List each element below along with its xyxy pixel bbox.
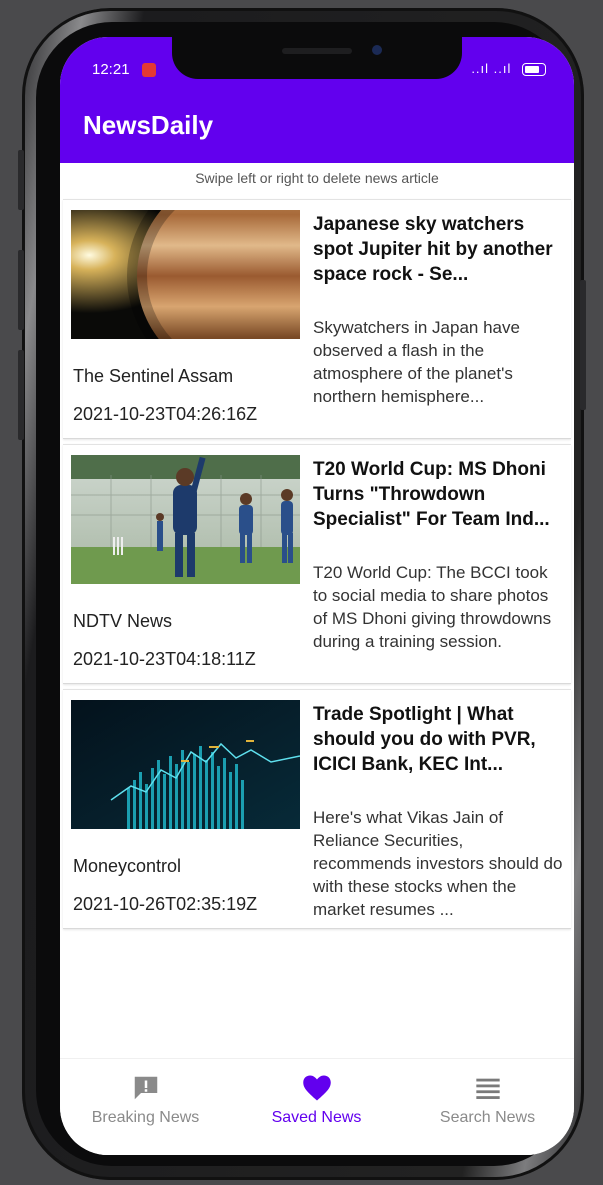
camera-notch [172,37,462,79]
side-button [18,150,24,210]
nav-saved-news[interactable]: Saved News [231,1071,402,1127]
nav-search-news[interactable]: Search News [402,1071,573,1127]
speaker-grille [282,48,352,54]
heart-icon [231,1071,402,1105]
article-date: 2021-10-23T04:18:11Z [73,649,256,669]
nav-label: Search News [439,1109,536,1126]
nav-breaking-news[interactable]: Breaking News [60,1071,231,1127]
status-indicators: ..ıl ..ıl [471,61,546,77]
front-camera [372,45,382,55]
nav-label: Saved News [271,1109,362,1126]
article-card[interactable]: Moneycontrol 2021-10-26T02:35:19Z Trade … [63,689,571,929]
signal-icon: ..ıl ..ıl [471,61,512,76]
bottom-navigation: Breaking News Saved News Search News [60,1058,574,1155]
article-date: 2021-10-23T04:26:16Z [73,404,258,424]
article-description: Here's what Vikas Jain of Reliance Secur… [313,808,563,919]
article-source: Moneycontrol [73,856,182,876]
article-headline: T20 World Cup: MS Dhoni Turns "Throwdown… [313,459,550,530]
app-title: NewsDaily [83,110,214,140]
article-source: NDTV News [73,611,173,631]
notification-icon [141,63,156,78]
phone-screen: 12:21 ..ıl ..ıl NewsDaily Swipe left or … [60,37,574,1155]
jupiter-image [71,210,300,339]
article-source: The Sentinel Assam [73,366,234,386]
status-time: 12:21 [92,61,130,78]
battery-icon [522,63,546,77]
side-button [18,350,24,440]
swipe-hint: Swipe left or right to delete news artic… [195,170,439,186]
power-button [580,280,586,410]
stock-chart-image [71,700,300,829]
nav-label: Breaking News [91,1109,200,1126]
article-description: Skywatchers in Japan have observed a fla… [313,318,520,406]
status-bar: 12:21 [92,61,156,78]
cricket-training-image [71,455,300,584]
article-card[interactable]: NDTV News 2021-10-23T04:18:11Z T20 World… [63,444,571,684]
article-headline: Trade Spotlight | What should you do wit… [313,704,536,775]
article-card[interactable]: The Sentinel Assam 2021-10-23T04:26:16Z … [63,199,571,439]
side-button [18,250,24,330]
alert-message-icon [60,1071,231,1105]
app-bar: 12:21 ..ıl ..ıl NewsDaily [60,37,574,163]
article-description: T20 World Cup: The BCCI took to social m… [313,563,552,651]
article-headline: Japanese sky watchers spot Jupiter hit b… [313,214,553,285]
list-icon [402,1071,573,1105]
article-date: 2021-10-26T02:35:19Z [73,894,258,914]
